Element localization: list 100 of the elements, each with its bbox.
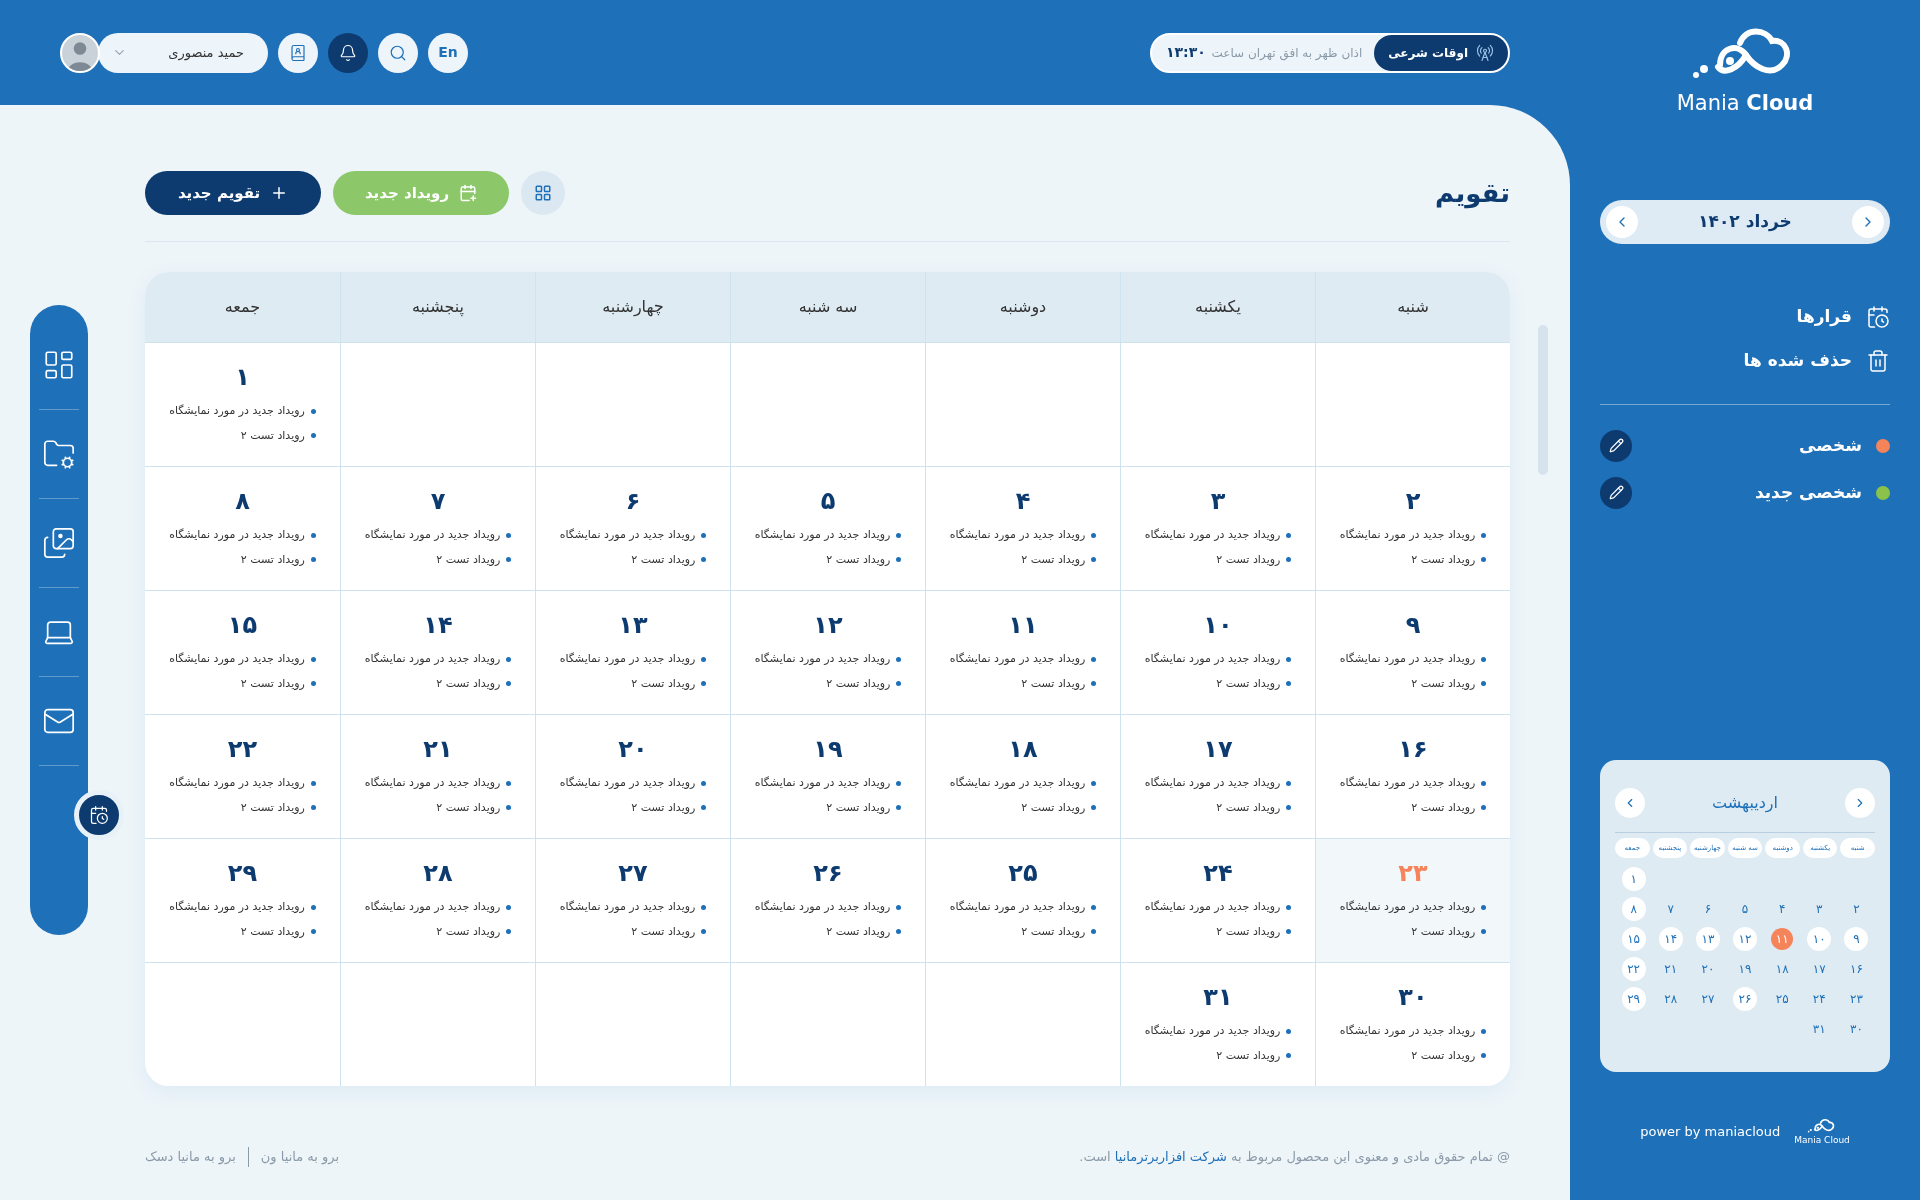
day-cell[interactable]: ۲۷ رویداد جدید در مورد نمایشگاه رویداد تست ۲ xyxy=(535,838,730,962)
menu-link[interactable]: حذف شده ها xyxy=(1743,348,1852,374)
event-title[interactable]: رویداد تست ۲ xyxy=(1021,675,1086,692)
day-cell[interactable]: ۲۴ رویداد جدید در مورد نمایشگاه رویداد تست ۲ xyxy=(1120,838,1315,962)
mini-calendar-day[interactable]: ۲۶ xyxy=(1734,988,1756,1010)
event-title[interactable]: رویداد تست ۲ xyxy=(436,799,501,816)
event-title[interactable]: رویداد تست ۲ xyxy=(1021,799,1086,816)
event-title[interactable]: رویداد جدید در مورد نمایشگاه xyxy=(1339,651,1476,668)
mini-calendar-day[interactable]: ۲۱ xyxy=(1659,958,1682,980)
day-cell[interactable]: ۶ رویداد جدید در مورد نمایشگاه رویداد تست ۲ xyxy=(535,466,730,590)
mini-calendar-day[interactable]: ۶ xyxy=(1696,898,1719,920)
mini-calendar-day[interactable]: ۲۰ xyxy=(1696,958,1719,980)
event-title[interactable]: رویداد جدید در مورد نمایشگاه xyxy=(949,775,1086,792)
event-title[interactable]: رویداد جدید در مورد نمایشگاه xyxy=(1144,1023,1281,1040)
event-title[interactable]: رویداد جدید در مورد نمایشگاه xyxy=(1144,651,1281,668)
event-title[interactable]: رویداد تست ۲ xyxy=(1411,551,1476,568)
event-title[interactable]: رویداد تست ۲ xyxy=(826,675,891,692)
grid-view-button[interactable] xyxy=(521,171,565,215)
nav-button[interactable] xyxy=(74,790,124,840)
mini-calendar-day[interactable]: ۲۸ xyxy=(1659,988,1682,1010)
event-title[interactable]: رویداد تست ۲ xyxy=(631,923,696,940)
mini-calendar-day[interactable]: ۷ xyxy=(1659,898,1682,920)
event-title[interactable]: رویداد جدید در مورد نمایشگاه xyxy=(754,899,891,916)
event-title[interactable]: رویداد جدید در مورد نمایشگاه xyxy=(754,527,891,544)
calendar-name[interactable]: شخصی xyxy=(1799,432,1862,459)
day-cell[interactable]: ۱۹ رویداد جدید در مورد نمایشگاه رویداد تست ۲ xyxy=(730,714,925,838)
new-calendar-button[interactable]: تقویم جدید xyxy=(145,171,321,215)
event-title[interactable]: رویداد جدید در مورد نمایشگاه xyxy=(169,527,305,544)
avatar[interactable] xyxy=(60,32,100,73)
event-title[interactable]: رویداد تست ۲ xyxy=(1021,551,1086,568)
event-title[interactable]: رویداد تست ۲ xyxy=(240,675,305,692)
event-title[interactable]: رویداد جدید در مورد نمایشگاه xyxy=(364,651,501,668)
day-cell[interactable]: ۲۹ رویداد جدید در مورد نمایشگاه رویداد تست ۲ xyxy=(145,838,340,962)
event-title[interactable]: رویداد تست ۲ xyxy=(826,923,891,940)
event-title[interactable]: رویداد تست ۲ xyxy=(631,799,696,816)
day-cell[interactable]: ۱۷ رویداد جدید در مورد نمایشگاه رویداد تست ۲ xyxy=(1120,714,1315,838)
mini-calendar-day[interactable]: ۱۷ xyxy=(1808,958,1831,980)
event-title[interactable]: رویداد جدید در مورد نمایشگاه xyxy=(559,651,696,668)
day-cell[interactable]: ۲۲ رویداد جدید در مورد نمایشگاه رویداد تست ۲ xyxy=(145,714,340,838)
event-title[interactable]: رویداد جدید در مورد نمایشگاه xyxy=(364,775,501,792)
event-title[interactable]: رویداد تست ۲ xyxy=(1216,1047,1281,1064)
scrollbar[interactable] xyxy=(1538,325,1548,475)
event-title[interactable]: رویداد جدید در مورد نمایشگاه xyxy=(1339,899,1476,916)
day-cell[interactable]: ۲۳ رویداد جدید در مورد نمایشگاه رویداد تست ۲ xyxy=(1315,838,1510,962)
mini-calendar-day[interactable]: ۳۰ xyxy=(1845,1018,1868,1040)
event-title[interactable]: رویداد تست ۲ xyxy=(436,675,501,692)
event-title[interactable]: رویداد جدید در مورد نمایشگاه xyxy=(1144,899,1281,916)
event-title[interactable]: رویداد جدید در مورد نمایشگاه xyxy=(1144,775,1281,792)
event-title[interactable]: رویداد جدید در مورد نمایشگاه xyxy=(1144,527,1281,544)
mini-calendar-day[interactable]: ۹ xyxy=(1845,928,1868,950)
calendar-name[interactable]: شخصی جدید xyxy=(1754,479,1862,506)
day-cell[interactable]: ۲۰ رویداد جدید در مورد نمایشگاه رویداد تست ۲ xyxy=(535,714,730,838)
mini-calendar-day[interactable]: ۱۹ xyxy=(1734,958,1756,980)
prayer-times-button[interactable]: اوقات شرعی xyxy=(1374,34,1508,71)
mini-calendar-day[interactable]: ۲ xyxy=(1845,898,1868,920)
mini-calendar-day[interactable]: ۲۹ xyxy=(1622,988,1645,1010)
event-title[interactable]: رویداد تست ۲ xyxy=(436,923,501,940)
day-cell[interactable]: ۱۲ رویداد جدید در مورد نمایشگاه رویداد تست ۲ xyxy=(730,590,925,714)
event-title[interactable]: رویداد جدید در مورد نمایشگاه xyxy=(754,775,891,792)
company-link[interactable]: شرکت افزاربرترمانیا xyxy=(1114,1149,1227,1165)
mini-calendar-day[interactable]: ۱۰ xyxy=(1808,928,1831,950)
mini-calendar-day[interactable]: ۲۲ xyxy=(1622,958,1645,980)
day-cell[interactable]: ۷ رویداد جدید در مورد نمایشگاه رویداد تست ۲ xyxy=(340,466,535,590)
mini-calendar-day[interactable]: ۴ xyxy=(1771,898,1794,920)
event-title[interactable]: رویداد تست ۲ xyxy=(826,799,891,816)
day-cell[interactable]: ۱۴ رویداد جدید در مورد نمایشگاه رویداد تست ۲ xyxy=(340,590,535,714)
day-cell[interactable]: ۲۱ رویداد جدید در مورد نمایشگاه رویداد تست ۲ xyxy=(340,714,535,838)
mini-calendar-day[interactable]: ۲۴ xyxy=(1808,988,1831,1010)
user-menu-button[interactable]: حمید منصوری xyxy=(98,32,268,73)
day-cell[interactable]: ۳۱ رویداد جدید در مورد نمایشگاه رویداد تست ۲ xyxy=(1120,962,1315,1086)
event-title[interactable]: رویداد تست ۲ xyxy=(1411,675,1476,692)
edit-button[interactable] xyxy=(1600,429,1632,462)
event-title[interactable]: رویداد تست ۲ xyxy=(240,427,305,444)
event-title[interactable]: رویداد تست ۲ xyxy=(1216,799,1281,816)
day-cell[interactable]: ۱۵ رویداد جدید در مورد نمایشگاه رویداد تست ۲ xyxy=(145,590,340,714)
mini-calendar-day[interactable]: ۱ xyxy=(1622,868,1645,890)
day-cell[interactable]: ۳۰ رویداد جدید در مورد نمایشگاه رویداد تست ۲ xyxy=(1315,962,1510,1086)
event-title[interactable]: رویداد تست ۲ xyxy=(1216,923,1281,940)
mini-calendar-day[interactable]: ۸ xyxy=(1622,898,1645,920)
event-title[interactable]: رویداد تست ۲ xyxy=(240,923,305,940)
mini-calendar-day[interactable]: ۱۲ xyxy=(1734,928,1756,950)
day-cell[interactable]: ۵ رویداد جدید در مورد نمایشگاه رویداد تست ۲ xyxy=(730,466,925,590)
mini-calendar-day[interactable]: ۲۵ xyxy=(1771,988,1794,1010)
event-title[interactable]: رویداد تست ۲ xyxy=(240,799,305,816)
event-title[interactable]: رویداد تست ۲ xyxy=(240,551,305,568)
day-cell[interactable]: ۳ رویداد جدید در مورد نمایشگاه رویداد تست ۲ xyxy=(1120,466,1315,590)
event-title[interactable]: رویداد جدید در مورد نمایشگاه xyxy=(364,527,501,544)
event-title[interactable]: رویداد جدید در مورد نمایشگاه xyxy=(949,899,1086,916)
day-cell[interactable]: ۱۶ رویداد جدید در مورد نمایشگاه رویداد تست ۲ xyxy=(1315,714,1510,838)
event-title[interactable]: رویداد جدید در مورد نمایشگاه xyxy=(169,775,305,792)
mini-calendar-day[interactable]: ۵ xyxy=(1734,898,1756,920)
event-title[interactable]: رویداد جدید در مورد نمایشگاه xyxy=(1339,527,1476,544)
event-title[interactable]: رویداد تست ۲ xyxy=(631,675,696,692)
notifications-button[interactable] xyxy=(328,32,368,73)
day-cell[interactable]: ۱۳ رویداد جدید در مورد نمایشگاه رویداد تست ۲ xyxy=(535,590,730,714)
mini-calendar-day[interactable]: ۳۱ xyxy=(1808,1018,1831,1040)
event-title[interactable]: رویداد تست ۲ xyxy=(1021,923,1086,940)
day-cell[interactable]: ۱۸ رویداد جدید در مورد نمایشگاه رویداد تست ۲ xyxy=(925,714,1120,838)
day-cell[interactable]: ۱ رویداد جدید در مورد نمایشگاه رویداد تست ۲ xyxy=(145,342,340,466)
event-title[interactable]: رویداد تست ۲ xyxy=(436,551,501,568)
